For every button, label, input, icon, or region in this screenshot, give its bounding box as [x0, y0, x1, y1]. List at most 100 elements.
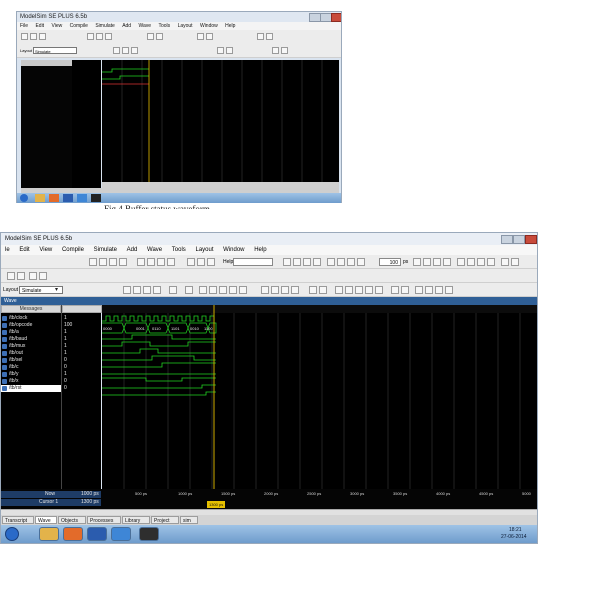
- toolbar-button[interactable]: [105, 33, 112, 40]
- continue-icon[interactable]: [423, 258, 431, 266]
- toolbar-button[interactable]: [39, 33, 46, 40]
- toolbar-button[interactable]: [21, 33, 28, 40]
- tab-objects[interactable]: Objects: [58, 516, 86, 524]
- zoom-mode-icon[interactable]: [133, 286, 141, 294]
- menu-tools[interactable]: Tools: [158, 23, 170, 29]
- cursor-add-icon[interactable]: [261, 286, 269, 294]
- help-search-input[interactable]: [233, 258, 273, 266]
- start-button[interactable]: [20, 194, 28, 202]
- simulate-icon[interactable]: [303, 258, 311, 266]
- toolbar-button[interactable]: [17, 272, 25, 280]
- zoom-cursor-icon[interactable]: [365, 286, 373, 294]
- back-arrow-icon[interactable]: [347, 258, 355, 266]
- toolbar-button[interactable]: [122, 47, 129, 54]
- cursor-remove-icon[interactable]: [271, 286, 279, 294]
- toolbar-button[interactable]: [169, 286, 177, 294]
- edge-find-icon[interactable]: [229, 286, 237, 294]
- chevron-down-icon[interactable]: ▾: [55, 287, 61, 293]
- zoom-icon[interactable]: [375, 286, 383, 294]
- close-button[interactable]: [525, 235, 537, 244]
- menu-simulate[interactable]: Simulate: [94, 247, 117, 253]
- menu-wave[interactable]: Wave: [138, 23, 151, 29]
- toolbar-button[interactable]: [391, 286, 399, 294]
- toolbar-button[interactable]: [327, 258, 335, 266]
- toolbar-button[interactable]: [313, 258, 321, 266]
- menu-edit[interactable]: Edit: [19, 247, 29, 253]
- break-icon[interactable]: [443, 258, 451, 266]
- toolbar-button[interactable]: [217, 47, 224, 54]
- toolbar-button[interactable]: [226, 47, 233, 54]
- menu-view[interactable]: View: [51, 23, 62, 29]
- toolbar-button[interactable]: [477, 258, 485, 266]
- signal-row[interactable]: /tb/opcode: [1, 322, 61, 329]
- toolbar-button[interactable]: [467, 258, 475, 266]
- zoom-full-icon[interactable]: [355, 286, 363, 294]
- modelsim-icon[interactable]: [139, 527, 159, 541]
- toolbar-button[interactable]: [257, 33, 264, 40]
- up-arrow-icon[interactable]: [337, 258, 345, 266]
- taskbar-app-icon[interactable]: [63, 194, 73, 202]
- open-icon[interactable]: [99, 258, 107, 266]
- taskbar-app-icon[interactable]: [35, 194, 45, 202]
- zoom-out-icon[interactable]: [345, 286, 353, 294]
- save-icon[interactable]: [109, 258, 117, 266]
- toolbar-button[interactable]: [401, 286, 409, 294]
- toolbar-button[interactable]: [266, 33, 273, 40]
- undo-icon[interactable]: [167, 258, 175, 266]
- menu-file[interactable]: le: [5, 247, 10, 253]
- compile-icon[interactable]: [283, 258, 291, 266]
- toolbar-button[interactable]: [281, 47, 288, 54]
- edge-find-icon[interactable]: [219, 286, 227, 294]
- tab-processes[interactable]: Processes: [87, 516, 121, 524]
- edge-find-icon[interactable]: [209, 286, 217, 294]
- close-button[interactable]: [331, 13, 341, 22]
- copy-icon[interactable]: [147, 258, 155, 266]
- toolbar-button[interactable]: [415, 286, 423, 294]
- firefox-icon[interactable]: [63, 527, 83, 541]
- menu-layout[interactable]: Layout: [195, 247, 213, 253]
- toolbar-button[interactable]: [87, 33, 94, 40]
- signal-row[interactable]: /tb/mux: [1, 343, 61, 350]
- find-icon[interactable]: [187, 258, 195, 266]
- toolbar-button[interactable]: [501, 258, 509, 266]
- signal-row[interactable]: /tb/y: [1, 371, 61, 378]
- toolbar-button[interactable]: [30, 33, 37, 40]
- cut-icon[interactable]: [137, 258, 145, 266]
- toolbar-button[interactable]: [272, 47, 279, 54]
- run-length-input[interactable]: 100: [379, 258, 401, 266]
- menu-layout[interactable]: Layout: [178, 23, 193, 29]
- toolbar-button[interactable]: [319, 286, 327, 294]
- menu-window[interactable]: Window: [223, 247, 244, 253]
- menu-add[interactable]: Add: [127, 247, 138, 253]
- menu-wave[interactable]: Wave: [147, 247, 162, 253]
- toolbar-button[interactable]: [96, 33, 103, 40]
- toolbar-button[interactable]: [29, 272, 37, 280]
- menu-compile[interactable]: Compile: [62, 247, 84, 253]
- word-icon[interactable]: [87, 527, 107, 541]
- small-layout-select[interactable]: Simulate: [33, 47, 77, 54]
- run-icon[interactable]: [413, 258, 421, 266]
- toolbar-button[interactable]: [511, 258, 519, 266]
- new-icon[interactable]: [89, 258, 97, 266]
- toolbar-button[interactable]: [445, 286, 453, 294]
- toolbar-button[interactable]: [143, 286, 151, 294]
- menu-edit[interactable]: Edit: [35, 23, 44, 29]
- menu-file[interactable]: File: [20, 23, 28, 29]
- tab-sim[interactable]: sim: [180, 516, 198, 524]
- toolbar-button[interactable]: [147, 33, 154, 40]
- menu-window[interactable]: Window: [200, 23, 218, 29]
- print-icon[interactable]: [119, 258, 127, 266]
- cursor-next-icon[interactable]: [291, 286, 299, 294]
- toolbar-button[interactable]: [131, 47, 138, 54]
- toolbar-button[interactable]: [197, 258, 205, 266]
- menu-view[interactable]: View: [39, 247, 52, 253]
- toolbar-button[interactable]: [457, 258, 465, 266]
- signal-row[interactable]: /tb/out: [1, 350, 61, 357]
- taskbar-app-icon[interactable]: [77, 194, 87, 202]
- signal-row[interactable]: /tb/clock: [1, 315, 61, 322]
- toolbar-button[interactable]: [206, 33, 213, 40]
- tab-wave[interactable]: Wave: [35, 516, 57, 524]
- signal-row[interactable]: /tb/sel: [1, 357, 61, 364]
- edge-find-icon[interactable]: [239, 286, 247, 294]
- toolbar-button[interactable]: [197, 33, 204, 40]
